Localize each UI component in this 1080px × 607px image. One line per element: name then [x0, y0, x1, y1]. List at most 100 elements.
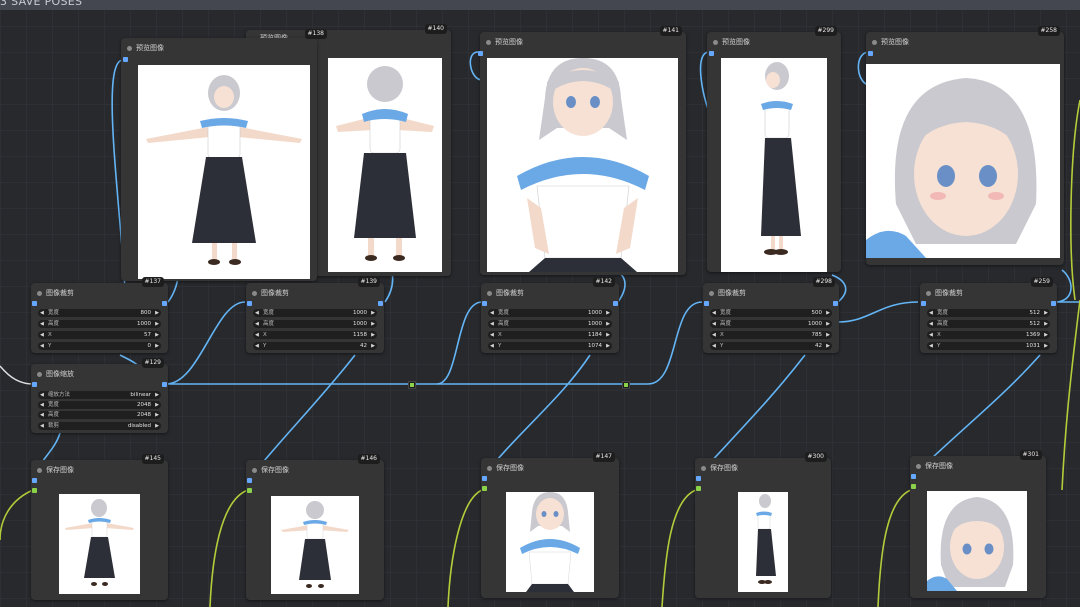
- input-port-images[interactable]: [709, 51, 714, 56]
- input-port-image[interactable]: [921, 301, 926, 306]
- output-port-image[interactable]: [1051, 301, 1056, 306]
- input-port-images[interactable]: [478, 51, 483, 56]
- height-widget[interactable]: ◀ 高度 1000 ▶: [488, 320, 612, 328]
- saved-image-side-view: [738, 492, 788, 592]
- x-widget[interactable]: ◀ X 57 ▶: [38, 331, 161, 339]
- input-port-image[interactable]: [704, 301, 709, 306]
- y-widget[interactable]: ◀ Y 0 ▶: [38, 342, 161, 350]
- node-title: 预览图像: [136, 44, 164, 52]
- input-port-filename[interactable]: [482, 486, 487, 491]
- mask-link-save147: [447, 489, 483, 607]
- save-node-145[interactable]: 保存图像 #145: [31, 454, 168, 600]
- crop-node-142[interactable]: 图像裁剪 #142 ◀ 宽度 1000 ▶ ◀ 高度 1000 ▶ ◀ X 1184 ▶ ◀ Y 10…: [481, 277, 619, 353]
- height-widget[interactable]: ◀ 高度 1000 ▶: [710, 320, 832, 328]
- node-id-badge: #146: [357, 454, 380, 464]
- node-id-badge: #147: [592, 452, 615, 462]
- height-widget[interactable]: ◀ 高度 1000 ▶: [38, 320, 161, 328]
- width-widget[interactable]: ◀ 宽度 1000 ▶: [253, 309, 377, 317]
- node-title: 图像裁剪: [718, 289, 746, 297]
- link-bus-to-crop298: [647, 301, 703, 385]
- mask-link-save146: [209, 489, 249, 607]
- input-port-filename[interactable]: [696, 486, 701, 491]
- width-widget[interactable]: ◀ 宽度 500 ▶: [710, 309, 832, 317]
- height-widget[interactable]: ◀ 高度 2048 ▶: [38, 411, 161, 419]
- reroute-node[interactable]: [622, 381, 630, 389]
- output-port-image[interactable]: [162, 382, 167, 387]
- input-port-images[interactable]: [32, 478, 37, 483]
- node-title: 保存图像: [925, 462, 953, 470]
- input-port-image[interactable]: [32, 301, 37, 306]
- width-widget[interactable]: ◀ 宽度 1000 ▶: [488, 309, 612, 317]
- crop-node-298[interactable]: 图像裁剪 #298 ◀ 宽度 500 ▶ ◀ 高度 1000 ▶ ◀ X 785 ▶ ◀ Y 42 ▶: [703, 277, 839, 353]
- node-id-badge: #145: [141, 454, 164, 464]
- output-port-image[interactable]: [162, 301, 167, 306]
- link-external-in: [0, 365, 34, 385]
- input-port-images[interactable]: [696, 476, 701, 481]
- node-id-badge: #142: [592, 277, 615, 287]
- preview-node-141[interactable]: 预览图像 #141: [478, 26, 686, 275]
- link-crop298-to-crop259: [837, 301, 919, 323]
- save-node-147[interactable]: 保存图像 #147: [481, 452, 619, 598]
- link-scale-to-crop139: [165, 301, 246, 385]
- node-id-badge: #137: [141, 277, 164, 287]
- input-port-images[interactable]: [123, 57, 128, 62]
- link-crop259-to-preview258: [1054, 269, 1072, 303]
- node-id-badge: #301: [1019, 450, 1042, 460]
- input-port-filename[interactable]: [911, 484, 916, 489]
- crop-widget[interactable]: ◀ 裁剪 disabled ▶: [38, 422, 161, 430]
- saved-image-hands-on-hips: [506, 492, 594, 592]
- input-port-images[interactable]: [911, 474, 916, 479]
- crop-node-137[interactable]: 图像裁剪 #137 ◀ 宽度 800 ▶ ◀ 高度 1000 ▶ ◀ X 57 ▶ ◀ Y 0 ▶: [31, 277, 168, 353]
- input-port-filename[interactable]: [32, 488, 37, 493]
- height-widget[interactable]: ◀ 高度 512 ▶: [927, 320, 1050, 328]
- saved-image-tpose-back: [271, 496, 359, 594]
- output-port-image[interactable]: [613, 301, 618, 306]
- crop-node-259[interactable]: 图像裁剪 #259 ◀ 宽度 512 ▶ ◀ 高度 512 ▶ ◀ X 1369 ▶ ◀ Y 1031…: [920, 277, 1057, 353]
- node-title: 图像裁剪: [935, 289, 963, 297]
- x-widget[interactable]: ◀ X 1184 ▶: [488, 331, 612, 339]
- width-widget[interactable]: ◀ 宽度 512 ▶: [927, 309, 1050, 317]
- input-port-image[interactable]: [32, 382, 37, 387]
- y-widget[interactable]: ◀ Y 1074 ▶: [488, 342, 612, 350]
- preview-image-side-view: [721, 58, 827, 272]
- node-title: 预览图像: [881, 38, 909, 46]
- y-widget[interactable]: ◀ Y 1031 ▶: [927, 342, 1050, 350]
- preview-node-138[interactable]: 预览图像 #138: [121, 29, 327, 281]
- upscale-method-widget[interactable]: ◀ 缩放方法 bilinear ▶: [38, 391, 161, 399]
- mask-link-right-1: [1070, 99, 1080, 301]
- input-port-filename[interactable]: [247, 488, 252, 493]
- input-port-images[interactable]: [247, 478, 252, 483]
- preview-node-258[interactable]: 预览图像 #258: [866, 26, 1064, 265]
- node-id-badge: #141: [659, 26, 682, 36]
- y-widget[interactable]: ◀ Y 42 ▶: [710, 342, 832, 350]
- input-port-images[interactable]: [482, 476, 487, 481]
- height-widget[interactable]: ◀ 高度 1000 ▶: [253, 320, 377, 328]
- mask-link-save145: [0, 489, 34, 541]
- node-title: 预览图像: [722, 38, 750, 46]
- reroute-node[interactable]: [408, 381, 416, 389]
- input-port-image[interactable]: [482, 301, 487, 306]
- save-node-301[interactable]: 保存图像 #301: [910, 450, 1046, 598]
- node-title: 图像裁剪: [261, 289, 289, 297]
- width-widget[interactable]: ◀ 宽度 2048 ▶: [38, 401, 161, 409]
- save-node-146[interactable]: 保存图像 #146: [246, 454, 384, 600]
- y-widget[interactable]: ◀ Y 42 ▶: [253, 342, 377, 350]
- save-node-300[interactable]: 保存图像 #300: [695, 452, 831, 598]
- output-port-image[interactable]: [833, 301, 838, 306]
- mask-link-right-2: [1061, 299, 1080, 491]
- node-id-badge: #300: [804, 452, 827, 462]
- crop-node-139[interactable]: 图像裁剪 #139 ◀ 宽度 1000 ▶ ◀ 高度 1000 ▶ ◀ X 1158 ▶ ◀ Y 42…: [246, 277, 384, 353]
- scale-node-129[interactable]: 图像缩放 #129 ◀ 缩放方法 bilinear ▶ ◀ 宽度 2048 ▶ ◀ 高度 204…: [31, 358, 168, 433]
- output-port-image[interactable]: [378, 301, 383, 306]
- x-widget[interactable]: ◀ X 1369 ▶: [927, 331, 1050, 339]
- node-id-badge: #259: [1030, 277, 1053, 287]
- input-port-images[interactable]: [868, 51, 873, 56]
- node-id-badge: #140: [424, 24, 447, 34]
- preview-node-299[interactable]: 预览图像 #299: [707, 26, 841, 272]
- x-widget[interactable]: ◀ X 1158 ▶: [253, 331, 377, 339]
- preview-image-tpose-back: [328, 58, 442, 272]
- x-widget[interactable]: ◀ X 785 ▶: [710, 331, 832, 339]
- node-title: 保存图像: [46, 466, 74, 474]
- width-widget[interactable]: ◀ 宽度 800 ▶: [38, 309, 161, 317]
- input-port-image[interactable]: [247, 301, 252, 306]
